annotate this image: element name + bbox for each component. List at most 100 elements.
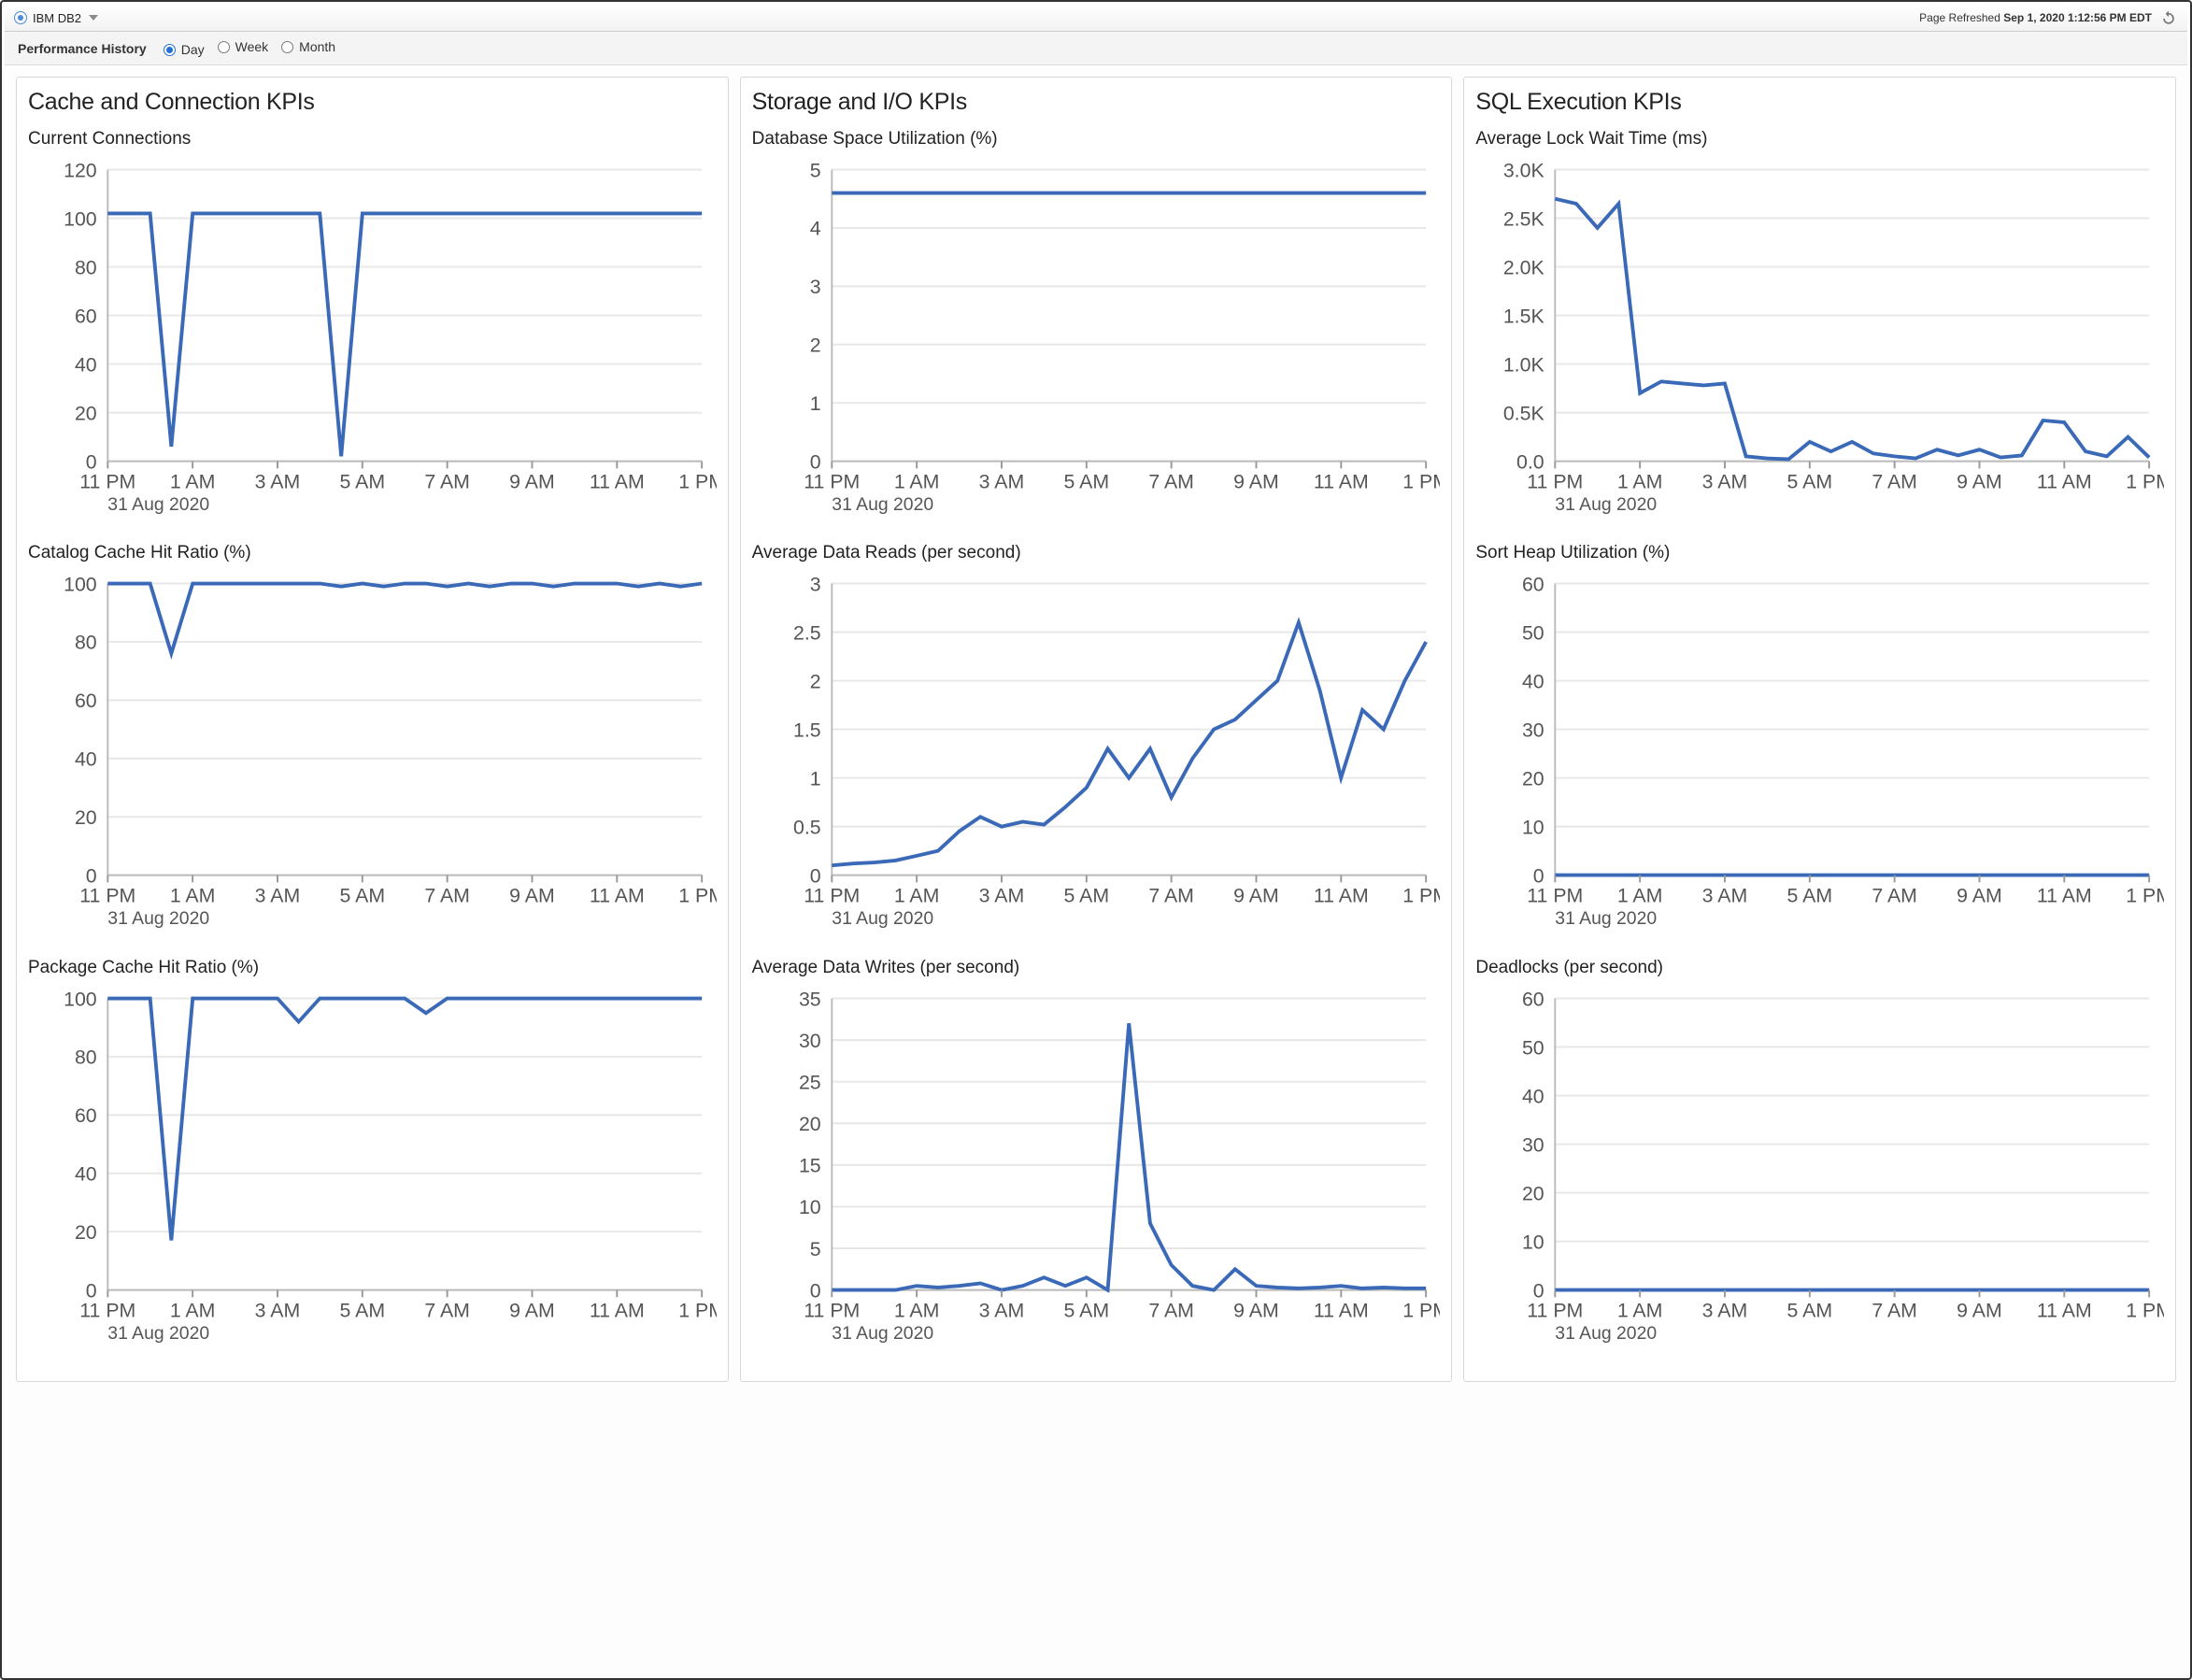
- svg-text:40: 40: [1522, 1085, 1544, 1107]
- svg-text:3 AM: 3 AM: [255, 1300, 301, 1322]
- svg-text:11 PM: 11 PM: [79, 1300, 135, 1322]
- svg-text:1 PM: 1 PM: [2127, 1300, 2164, 1322]
- svg-text:40: 40: [75, 748, 97, 771]
- svg-text:40: 40: [75, 353, 97, 376]
- svg-text:1 AM: 1 AM: [1617, 885, 1663, 907]
- svg-text:1.5K: 1.5K: [1503, 305, 1544, 327]
- refresh-prefix: Page Refreshed: [1919, 11, 2000, 24]
- svg-text:31 Aug 2020: 31 Aug 2020: [1556, 1323, 1658, 1344]
- svg-text:31 Aug 2020: 31 Aug 2020: [107, 908, 209, 929]
- period-radio-day[interactable]: Day: [164, 42, 205, 57]
- svg-text:31 Aug 2020: 31 Aug 2020: [832, 1323, 933, 1344]
- svg-text:11 AM: 11 AM: [590, 471, 645, 493]
- page-refreshed: Page Refreshed Sep 1, 2020 1:12:56 PM ED…: [1919, 8, 2178, 27]
- svg-text:5: 5: [809, 1238, 820, 1260]
- chart-db_space: 01234511 PM1 AM3 AM5 AM7 AM9 AM11 AM1 PM…: [752, 155, 1441, 526]
- svg-text:50: 50: [1522, 622, 1544, 645]
- filter-bar: Performance History DayWeekMonth: [5, 32, 2187, 65]
- svg-text:30: 30: [1522, 719, 1544, 742]
- chart-block-lock_wait: Average Lock Wait Time (ms)0.00.5K1.0K1.…: [1475, 129, 2164, 526]
- svg-text:1 AM: 1 AM: [894, 885, 940, 907]
- svg-text:30: 30: [1522, 1133, 1544, 1156]
- panel-title: SQL Execution KPIs: [1475, 89, 2164, 116]
- chart-block-curr_conn: Current Connections02040608010012011 PM1…: [28, 129, 717, 526]
- svg-text:9 AM: 9 AM: [509, 471, 555, 493]
- radio-icon: [164, 44, 176, 56]
- svg-text:11 AM: 11 AM: [1314, 885, 1369, 907]
- svg-text:1 AM: 1 AM: [894, 471, 940, 493]
- svg-text:5 AM: 5 AM: [340, 885, 386, 907]
- svg-text:60: 60: [75, 305, 97, 327]
- svg-text:3 AM: 3 AM: [978, 1300, 1024, 1322]
- period-radio-week[interactable]: Week: [218, 39, 269, 54]
- svg-text:9 AM: 9 AM: [509, 885, 555, 907]
- top-bar: IBM DB2 Page Refreshed Sep 1, 2020 1:12:…: [5, 5, 2187, 32]
- svg-text:1: 1: [809, 392, 820, 415]
- svg-text:2: 2: [809, 671, 820, 693]
- refresh-icon[interactable]: [2159, 8, 2178, 27]
- svg-text:5 AM: 5 AM: [1063, 885, 1109, 907]
- svg-text:30: 30: [799, 1030, 821, 1052]
- svg-text:5 AM: 5 AM: [1063, 1300, 1109, 1322]
- svg-text:5: 5: [809, 159, 820, 181]
- svg-text:60: 60: [75, 1104, 97, 1127]
- svg-text:4: 4: [809, 218, 820, 240]
- radio-icon: [281, 41, 293, 53]
- svg-text:2: 2: [809, 335, 820, 357]
- chart-block-db_space: Database Space Utilization (%)01234511 P…: [752, 129, 1441, 526]
- svg-text:100: 100: [64, 988, 97, 1010]
- svg-text:9 AM: 9 AM: [1957, 885, 2003, 907]
- target-label: IBM DB2: [33, 11, 81, 25]
- svg-text:7 AM: 7 AM: [1872, 1300, 1918, 1322]
- svg-text:20: 20: [1522, 1182, 1544, 1204]
- svg-text:9 AM: 9 AM: [1233, 471, 1279, 493]
- svg-text:3: 3: [809, 276, 820, 298]
- target-selector[interactable]: IBM DB2: [14, 11, 98, 25]
- panel: Storage and I/O KPIsDatabase Space Utili…: [740, 77, 1453, 1382]
- svg-text:7 AM: 7 AM: [424, 1300, 470, 1322]
- svg-text:1: 1: [809, 768, 820, 790]
- svg-text:1 PM: 1 PM: [1402, 1300, 1440, 1322]
- svg-text:31 Aug 2020: 31 Aug 2020: [832, 494, 933, 515]
- svg-text:60: 60: [1522, 988, 1544, 1010]
- radio-label: Week: [235, 39, 269, 54]
- svg-text:31 Aug 2020: 31 Aug 2020: [1556, 908, 1658, 929]
- svg-text:11 PM: 11 PM: [1528, 1300, 1584, 1322]
- svg-text:1 AM: 1 AM: [170, 471, 216, 493]
- svg-text:7 AM: 7 AM: [424, 471, 470, 493]
- svg-text:7 AM: 7 AM: [1872, 471, 1918, 493]
- svg-text:2.0K: 2.0K: [1503, 256, 1544, 278]
- chart-title: Average Data Reads (per second): [752, 543, 1441, 563]
- svg-text:9 AM: 9 AM: [509, 1300, 555, 1322]
- svg-text:7 AM: 7 AM: [1872, 885, 1918, 907]
- svg-text:3 AM: 3 AM: [255, 885, 301, 907]
- chart-title: Package Cache Hit Ratio (%): [28, 958, 717, 978]
- chart-deadlocks: 010203040506011 PM1 AM3 AM5 AM7 AM9 AM11…: [1475, 984, 2164, 1355]
- chart-avg_writes: 0510152025303511 PM1 AM3 AM5 AM7 AM9 AM1…: [752, 984, 1441, 1355]
- chevron-down-icon: [89, 15, 98, 21]
- chart-title: Sort Heap Utilization (%): [1475, 543, 2164, 563]
- radio-icon: [218, 41, 230, 53]
- svg-text:9 AM: 9 AM: [1233, 1300, 1279, 1322]
- svg-text:3 AM: 3 AM: [255, 471, 301, 493]
- svg-text:80: 80: [75, 632, 97, 654]
- svg-text:1.0K: 1.0K: [1503, 353, 1544, 376]
- svg-text:0.5: 0.5: [793, 817, 821, 839]
- chart-curr_conn: 02040608010012011 PM1 AM3 AM5 AM7 AM9 AM…: [28, 155, 717, 526]
- svg-text:1 AM: 1 AM: [170, 1300, 216, 1322]
- svg-text:35: 35: [799, 988, 821, 1010]
- svg-text:11 PM: 11 PM: [804, 1300, 860, 1322]
- period-radio-month[interactable]: Month: [281, 39, 335, 54]
- chart-title: Deadlocks (per second): [1475, 958, 2164, 978]
- chart-catalog_hit: 02040608010011 PM1 AM3 AM5 AM7 AM9 AM11 …: [28, 569, 717, 940]
- chart-title: Average Data Writes (per second): [752, 958, 1441, 978]
- svg-text:11 AM: 11 AM: [2037, 885, 2092, 907]
- svg-text:3: 3: [809, 574, 820, 596]
- svg-text:1 PM: 1 PM: [678, 885, 716, 907]
- svg-text:5 AM: 5 AM: [1063, 471, 1109, 493]
- svg-text:20: 20: [75, 806, 97, 829]
- chart-avg_reads: 00.511.522.5311 PM1 AM3 AM5 AM7 AM9 AM11…: [752, 569, 1441, 940]
- svg-text:7 AM: 7 AM: [424, 885, 470, 907]
- svg-text:5 AM: 5 AM: [340, 1300, 386, 1322]
- svg-text:80: 80: [75, 256, 97, 278]
